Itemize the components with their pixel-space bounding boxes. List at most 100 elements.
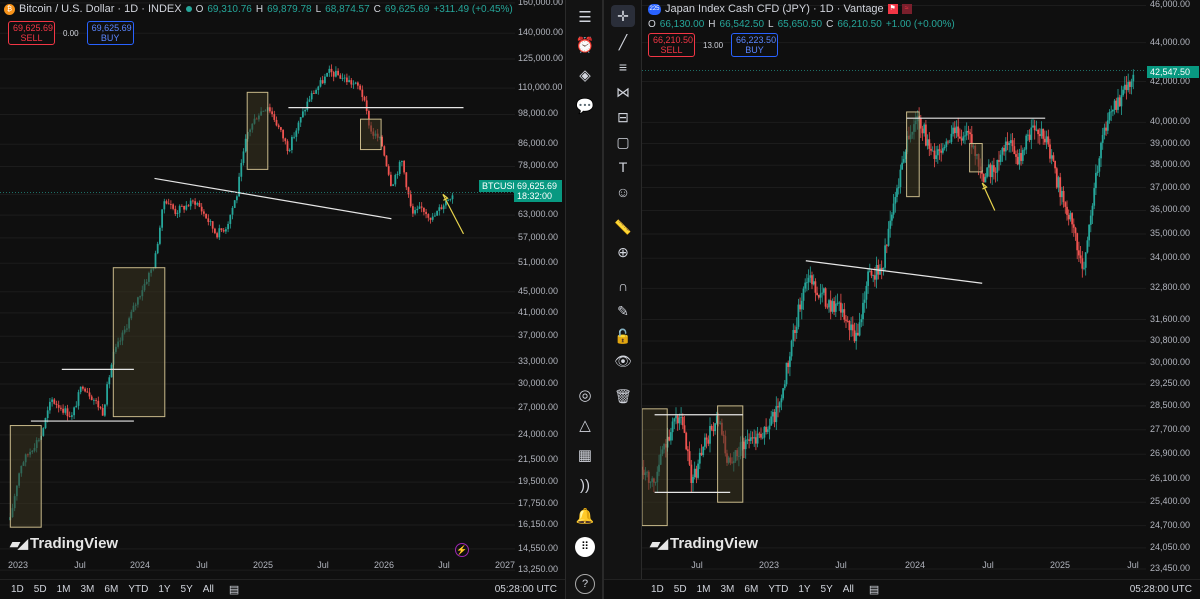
right-chart-pane[interactable]: ✛ ╱ ≡ ⋈ ⊟ ▢ T ☺ 📏 ⊕ ∩ ✎ 🔓 👁 🗑 46,000.00 4… [603,0,1200,599]
list-icon[interactable]: ☰ [575,8,595,28]
highlight-zone[interactable] [360,118,382,151]
timeframe-1d[interactable]: 1D [6,584,29,595]
timeframe-all[interactable]: All [198,584,219,595]
left-symbol-title[interactable]: Bitcoin / U.S. Dollar · 1D · INDEX [19,3,182,15]
target-icon[interactable]: ◎ [575,386,595,406]
candle-body [811,275,813,285]
measure-lines-icon[interactable]: ⊟ [611,106,635,128]
candle-body [394,174,397,185]
highlight-zone[interactable] [969,143,983,173]
magnet-icon[interactable]: ∩ [611,275,635,297]
price-tick-label: 33,000.00 [518,356,559,367]
layers-icon[interactable]: ◈ [575,66,595,86]
highlight-zone[interactable] [717,405,744,503]
candle-body [392,184,394,186]
utc-clock[interactable]: 05:28:00 UTC [1130,584,1192,595]
apps-icon[interactable]: ⠿ [575,537,595,557]
flag-icon[interactable]: ⚑ [887,4,898,14]
time-tick-label: Jul [438,560,450,570]
candle-body [409,194,412,207]
flash-icon[interactable]: ⚡ [455,543,469,557]
timeframe-1m[interactable]: 1M [52,584,76,595]
rect-icon[interactable]: ▢ [611,131,635,153]
fib-icon[interactable]: ≡ [611,56,635,78]
right-chart-canvas[interactable] [642,0,1146,578]
timeframe-ytd[interactable]: YTD [123,584,153,595]
candle-body [95,399,97,401]
candle-body [1003,147,1005,152]
open-value: 66,130.00 [659,19,705,30]
candle-body [1089,215,1092,225]
open-label: O [648,19,656,30]
timeframe-all[interactable]: All [838,584,859,595]
tradingview-logo[interactable]: ▰◢ TradingView [650,535,758,552]
timeframe-ytd[interactable]: YTD [763,584,793,595]
highlight-zone[interactable] [112,267,166,418]
arrow-line[interactable] [442,194,465,235]
highlight-zone[interactable] [906,111,920,198]
crosshair-icon[interactable]: ✛ [611,5,635,27]
left-chart-canvas[interactable] [0,0,515,578]
price-tick-label: 37,000.00 [518,330,559,341]
highlight-zone[interactable] [9,425,42,528]
text-icon[interactable]: T [611,156,635,178]
timeframe-5d[interactable]: 5D [669,584,692,595]
timeframe-1m[interactable]: 1M [692,584,716,595]
help-icon[interactable]: ? [575,574,595,594]
sell-button[interactable]: 66,210.50 SELL [648,33,695,57]
price-tick-label: 110,000.00 [518,82,563,93]
timeframe-6m[interactable]: 6M [739,584,763,595]
date-range-icon[interactable]: ▤ [229,583,239,596]
buy-button[interactable]: 69,625.69 BUY [86,21,134,45]
candle-body [332,72,335,77]
candle-body [236,196,238,201]
alarm-icon[interactable]: ⏰ [575,36,595,56]
trend-line[interactable] [154,177,392,220]
bell-icon[interactable]: 🔔 [575,507,595,527]
candle-body [744,439,747,450]
candle-body [359,85,361,90]
trendline-icon[interactable]: ╱ [611,31,635,53]
eye-icon[interactable]: 👁 [611,350,635,372]
timeframe-3m[interactable]: 3M [76,584,100,595]
left-chart-pane[interactable]: 160,000.00 140,000.00 125,000.00 110,000.00… [0,0,565,599]
utc-clock[interactable]: 05:28:00 UTC [495,584,557,595]
tradingview-logo[interactable]: ▰◢ TradingView [10,535,118,552]
time-tick-label: 2026 [373,560,395,570]
candle-body [785,362,788,385]
lock-icon[interactable]: 🔓 [611,325,635,347]
closed-market-icon[interactable]: ≈ [901,4,912,14]
ruler-icon[interactable]: 📏 [611,216,635,238]
pattern-icon[interactable]: △ [575,416,595,436]
right-symbol-title[interactable]: Japan Index Cash CFD (JPY) · 1D · Vantag… [665,3,884,15]
timeframe-6m[interactable]: 6M [99,584,123,595]
trend-line[interactable] [805,260,983,284]
pattern-tool-icon[interactable]: ⋈ [611,81,635,103]
timeframe-5y[interactable]: 5Y [176,584,198,595]
highlight-zone[interactable] [246,91,269,170]
timeframe-1y[interactable]: 1Y [153,584,175,595]
candle-body [926,139,929,146]
signal-icon[interactable]: )) [575,476,595,496]
candle-body [57,404,60,408]
highlight-zone[interactable] [642,408,668,527]
lock-draw-icon[interactable]: ✎ [611,300,635,322]
candle-body [709,425,711,444]
candle-body [357,82,359,86]
calendar-icon[interactable]: ▦ [575,446,595,466]
chat-icon[interactable]: 💬 [575,97,595,117]
timeframe-1d[interactable]: 1D [646,584,669,595]
emoji-icon[interactable]: ☺ [611,181,635,203]
sell-button[interactable]: 69,625.69 SELL [8,21,55,45]
candle-body [1105,127,1107,131]
trash-icon[interactable]: 🗑 [611,385,635,407]
buy-button[interactable]: 66,223.50 BUY [731,33,779,57]
zoom-icon[interactable]: ⊕ [611,241,635,263]
candle-body [317,86,320,91]
timeframe-5y[interactable]: 5Y [816,584,838,595]
timeframe-3m[interactable]: 3M [716,584,740,595]
timeframe-5d[interactable]: 5D [29,584,52,595]
timeframe-1y[interactable]: 1Y [793,584,815,595]
timeframe-buttons: 1D 5D 1M 3M 6M YTD 1Y 5Y All [646,584,859,595]
date-range-icon[interactable]: ▤ [869,583,879,596]
